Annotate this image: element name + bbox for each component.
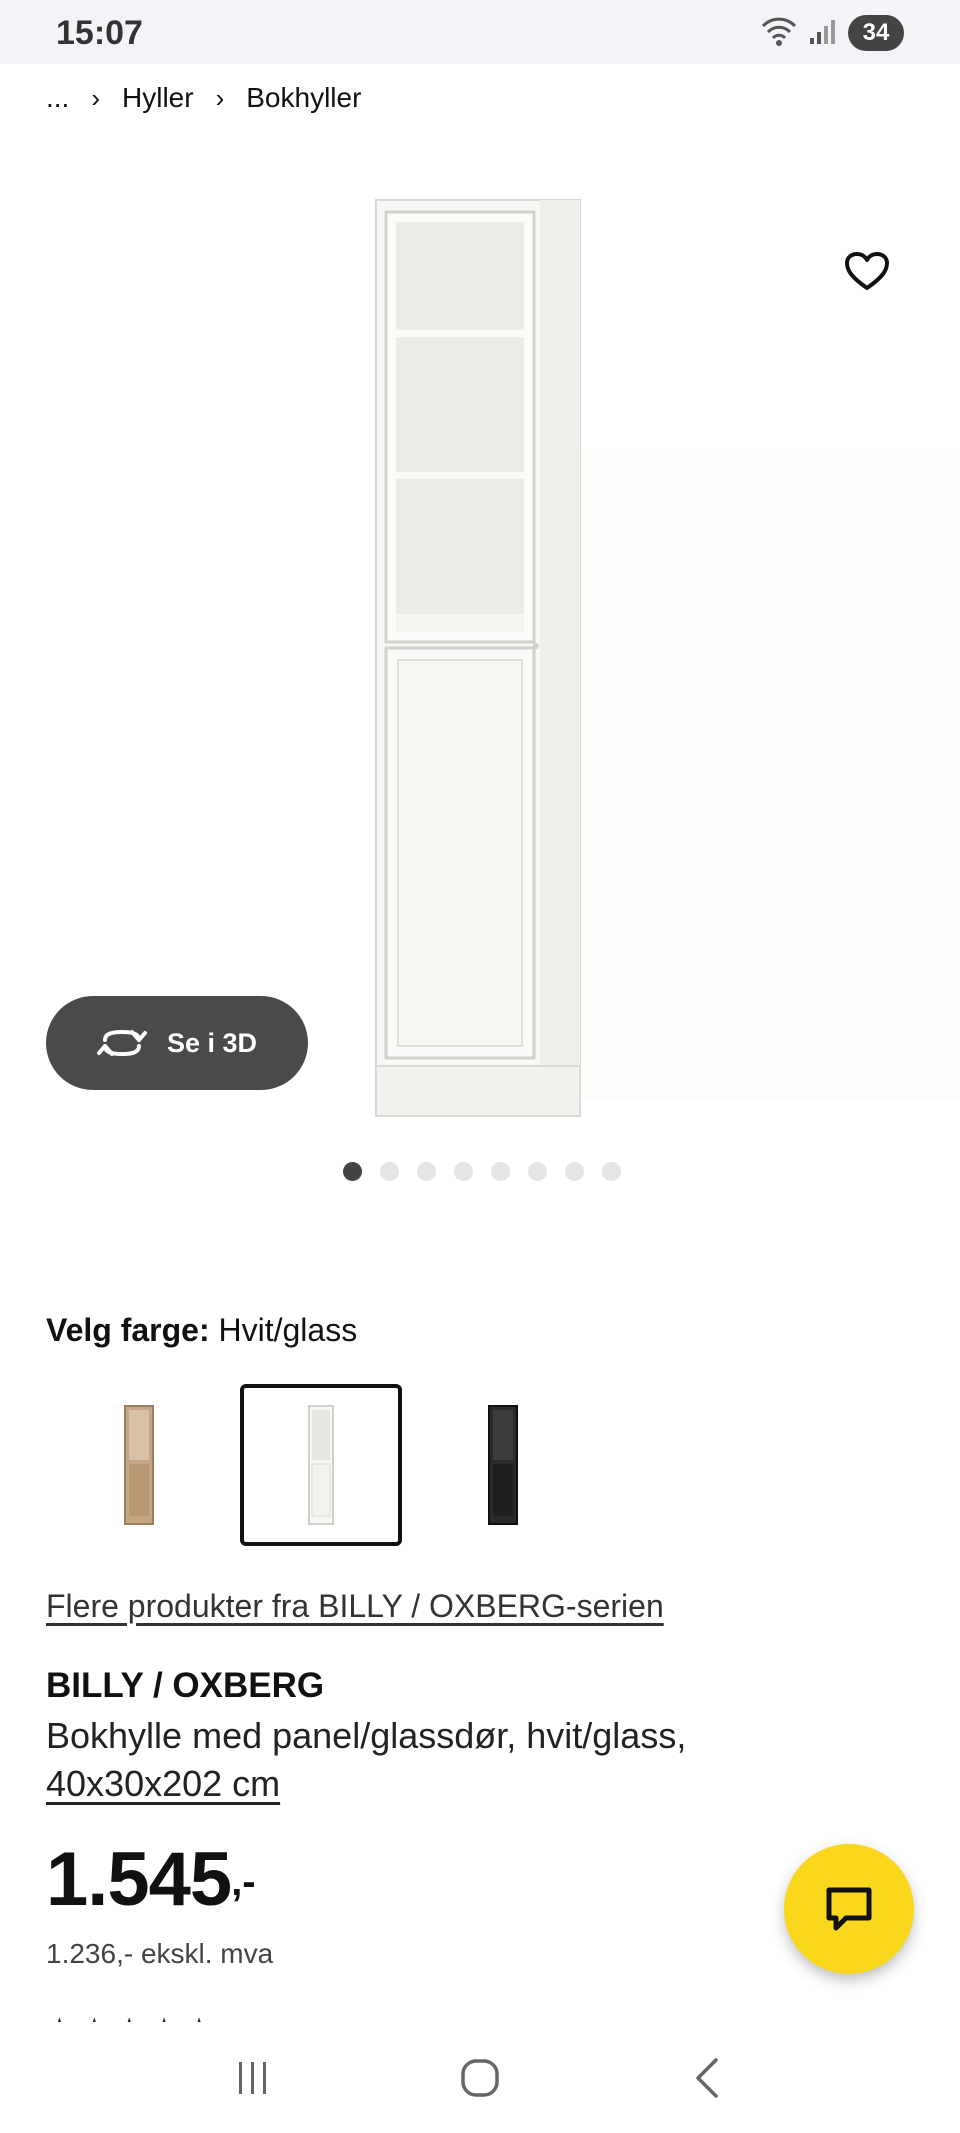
product-dimensions-link[interactable]: 40x30x202 cm [46,1763,280,1804]
back-icon [695,2057,718,2098]
system-nav-bar [0,2022,960,2133]
pagination-dot[interactable] [565,1162,584,1181]
wifi-icon [760,14,798,53]
view-3d-label: Se i 3D [166,1027,258,1058]
breadcrumb-item-bokhyller[interactable]: Bokhyller [246,82,361,114]
price-suffix: ,- [231,1860,256,1904]
pagination-dot[interactable] [528,1162,547,1181]
product-name: BILLY / OXBERG [46,1666,325,1705]
chevron-right-icon: › [215,82,225,113]
product-description: Bokhylle med panel/glassdør, hvit/glass,… [46,1712,806,1808]
color-selector-label: Velg farge: Hvit/glass [46,1312,357,1349]
status-icons: 34 [760,14,904,52]
favorite-button[interactable] [840,245,894,299]
color-label-value: Hvit/glass [218,1312,358,1348]
color-label-title: Velg farge: [46,1312,210,1348]
price-excl-vat: 1.236,- ekskl. mva [46,1938,274,1969]
product-image [375,199,581,1117]
white-shelf-thumbnail [308,1405,334,1525]
price-amount: 1.545 [46,1837,232,1922]
recent-apps-button[interactable] [213,2038,293,2118]
product-gallery[interactable]: Se i 3D [0,150,960,1130]
status-time: 15:07 [56,14,143,52]
breadcrumb: ... › Hyller › Bokhyller [46,82,361,114]
gallery-pagination [0,1162,960,1181]
color-swatches [58,1384,584,1546]
view-3d-button[interactable]: Se i 3D [46,996,308,1090]
heart-icon [845,252,889,290]
battery-indicator: 34 [848,15,904,51]
oak-shelf-thumbnail [124,1405,154,1525]
chat-icon [826,1887,872,1931]
pagination-dot[interactable] [380,1162,399,1181]
recent-apps-icon [239,2061,267,2094]
breadcrumb-ellipsis[interactable]: ... [46,82,69,114]
pagination-dot[interactable] [491,1162,510,1181]
pagination-dot[interactable] [343,1162,362,1181]
back-button[interactable] [667,2038,747,2118]
breadcrumb-item-hyller[interactable]: Hyller [122,82,194,114]
chat-button[interactable] [784,1844,914,1974]
pagination-dot[interactable] [417,1162,436,1181]
home-button[interactable] [440,2038,520,2118]
rotate-3d-icon [96,1029,147,1057]
status-bar: 15:07 34 [0,0,960,64]
product-price: 1.545 ,- [46,1836,256,1923]
signal-icon [808,16,838,51]
home-icon [461,2058,499,2097]
black-shelf-thumbnail [488,1405,518,1525]
color-swatch-black[interactable] [422,1384,584,1546]
product-page: 15:07 34 ... › Hyller › Bokhyller Se i 3… [0,0,960,2133]
color-swatch-white[interactable] [240,1384,402,1546]
product-description-text: Bokhylle med panel/glassdør, hvit/glass, [46,1715,687,1756]
pagination-dot[interactable] [602,1162,621,1181]
color-swatch-oak[interactable] [58,1384,220,1546]
pagination-dot[interactable] [454,1162,473,1181]
series-link[interactable]: Flere produkter fra BILLY / OXBERG-serie… [46,1588,664,1625]
chevron-right-icon: › [91,82,101,113]
